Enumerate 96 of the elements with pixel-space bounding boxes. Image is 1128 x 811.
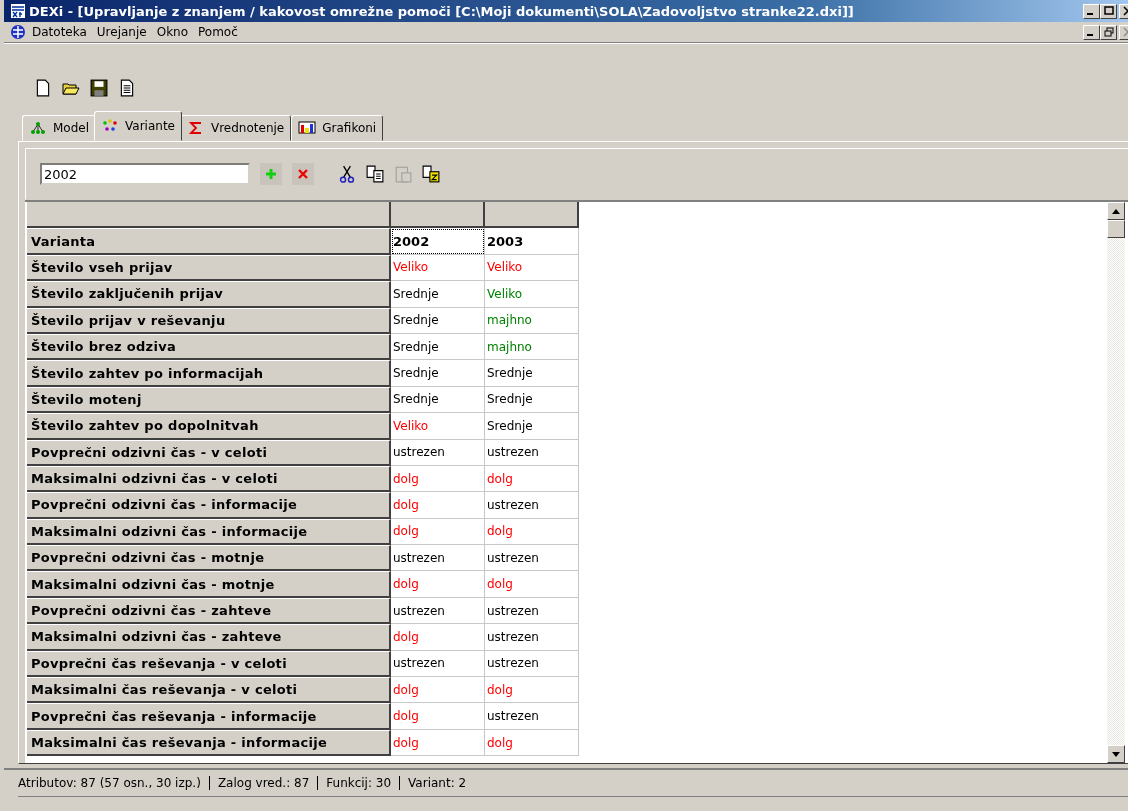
row-header: Število motenj [27, 386, 391, 414]
maximize-button[interactable] [1100, 3, 1117, 19]
table-cell[interactable]: Srednje [485, 413, 579, 440]
row-header: Povprečni odzivni čas - informacije [27, 492, 391, 519]
row-header: Maksimalni odzivni čas - informacije [27, 518, 391, 546]
scroll-up-button[interactable] [1107, 202, 1125, 220]
menu-item[interactable]: Urejanje [96, 25, 147, 39]
table-cell[interactable]: ustrezen [485, 439, 579, 466]
new-file-icon[interactable] [34, 79, 52, 97]
row-header: Povprečni čas reševanja - v celoti [27, 650, 391, 678]
table-cell[interactable]: ustrezen [485, 597, 579, 625]
table-cell[interactable]: dolg [391, 729, 485, 757]
table-cell[interactable]: dolg [485, 518, 579, 546]
table-cell[interactable]: ustrezen [485, 650, 579, 678]
variant-name-cell[interactable]: 2003 [485, 228, 579, 255]
plus-icon [265, 168, 277, 180]
table-cell[interactable]: dolg [391, 571, 485, 598]
minimize-button[interactable] [1083, 24, 1100, 40]
restore-button[interactable] [1100, 24, 1117, 40]
table-cell[interactable]: Veliko [485, 281, 579, 308]
table-cell[interactable]: Srednje [391, 386, 485, 414]
row-header: Povprečni čas reševanja - informacije [27, 703, 391, 730]
save-icon[interactable] [90, 79, 108, 97]
table-cell[interactable]: Veliko [485, 254, 579, 282]
cut-icon[interactable] [338, 165, 356, 183]
row-header: Varianta [27, 228, 391, 255]
table-cell[interactable]: ustrezen [485, 492, 579, 519]
variant-name-field[interactable]: 2002 [40, 163, 250, 185]
up-arrow-icon[interactable] [1112, 208, 1120, 214]
row-header: Maksimalni odzivni čas - v celoti [27, 465, 391, 493]
minimize-icon [1087, 13, 1093, 15]
table-cell[interactable]: majhno [485, 307, 579, 334]
row-header: Maksimalni čas reševanja - v celoti [27, 677, 391, 704]
table-cell[interactable]: dolg [485, 729, 579, 757]
row-header: Število zaključenih prijav [27, 281, 391, 308]
table-cell[interactable]: Srednje [391, 333, 485, 361]
table-cell[interactable]: ustrezen [391, 545, 485, 572]
status-text: Funkcij: 30 [326, 776, 392, 790]
table-cell[interactable]: Srednje [391, 307, 485, 334]
table-cell[interactable]: ustrezen [485, 624, 579, 651]
down-arrow-icon[interactable] [1112, 751, 1120, 757]
tab[interactable]: Vrednotenje [180, 115, 292, 141]
row-header: Povprečni odzivni čas - zahteve [27, 597, 391, 625]
table-cell[interactable]: dolg [391, 624, 485, 651]
table-cell[interactable]: ustrezen [391, 650, 485, 678]
bar-chart-icon [298, 121, 317, 135]
status-text: Variant: 2 [408, 776, 467, 790]
minimize-button[interactable] [1083, 3, 1100, 19]
tree-icon [29, 121, 47, 135]
copy-variant-icon[interactable] [422, 165, 440, 183]
menu-item[interactable]: Okno [156, 25, 189, 39]
table-cell[interactable]: Veliko [391, 413, 485, 440]
tab[interactable]: Grafikoni [291, 115, 384, 141]
row-header: Povprečni odzivni čas - v celoti [27, 439, 391, 466]
table-cell[interactable]: dolg [485, 571, 579, 598]
row-header: Maksimalni odzivni čas - motnje [27, 571, 391, 598]
delete-button[interactable] [292, 163, 314, 185]
table-cell[interactable]: dolg [485, 465, 579, 493]
scrollbar-thumb[interactable] [1107, 220, 1125, 238]
table-cell[interactable]: Srednje [485, 360, 579, 387]
variant-name-cell[interactable]: 2002 [391, 228, 485, 255]
table-cell[interactable]: ustrezen [485, 545, 579, 572]
app-icon [10, 3, 26, 19]
status-text: Zalog vred.: 87 [217, 776, 310, 790]
status-text: Atributov: 87 (57 osn., 30 izp.) [18, 776, 201, 790]
table-cell[interactable]: dolg [391, 677, 485, 704]
row-header: Maksimalni odzivni čas - zahteve [27, 624, 391, 651]
row-header: Število prijav v reševanju [27, 307, 391, 334]
table-cell[interactable]: majhno [485, 333, 579, 361]
table-cell[interactable]: dolg [391, 518, 485, 546]
copy-icon[interactable] [366, 165, 384, 183]
menu-item[interactable]: Pomoč [198, 25, 238, 39]
table-cell[interactable]: Srednje [391, 360, 485, 387]
menu-item[interactable]: Datoteka [32, 25, 87, 39]
window-title: DEXi - [Upravljanje z znanjem / kakovost omrežne pomoči [C:\Moji dokumenti\SOLA\Zadovoljstvo stranke22.dxi]] [29, 3, 854, 19]
table-cell[interactable]: dolg [391, 465, 485, 493]
table-cell[interactable]: ustrezen [391, 439, 485, 466]
table-cell[interactable]: Srednje [485, 386, 579, 414]
minimize-icon [1087, 34, 1093, 36]
row-header: Maksimalni čas reševanja - informacije [27, 729, 391, 757]
row-header: Število zahtev po dopolnitvah [27, 413, 391, 440]
table-cell[interactable]: dolg [485, 677, 579, 704]
table-cell[interactable]: ustrezen [391, 597, 485, 625]
dots-icon [101, 119, 120, 133]
row-header: Povprečni odzivni čas - motnje [27, 545, 391, 572]
row-header: Število vseh prijav [27, 254, 391, 282]
tab[interactable]: Variante [94, 111, 182, 141]
table-cell[interactable]: ustrezen [485, 703, 579, 730]
row-header: Število brez odziva [27, 333, 391, 361]
row-header: Število zahtev po informacijah [27, 360, 391, 387]
table-cell[interactable]: dolg [391, 703, 485, 730]
scroll-down-button[interactable] [1107, 745, 1125, 763]
table-cell[interactable]: Veliko [391, 254, 485, 282]
delete-icon [297, 168, 309, 180]
table-cell[interactable]: dolg [391, 492, 485, 519]
table-cell[interactable]: Srednje [391, 281, 485, 308]
